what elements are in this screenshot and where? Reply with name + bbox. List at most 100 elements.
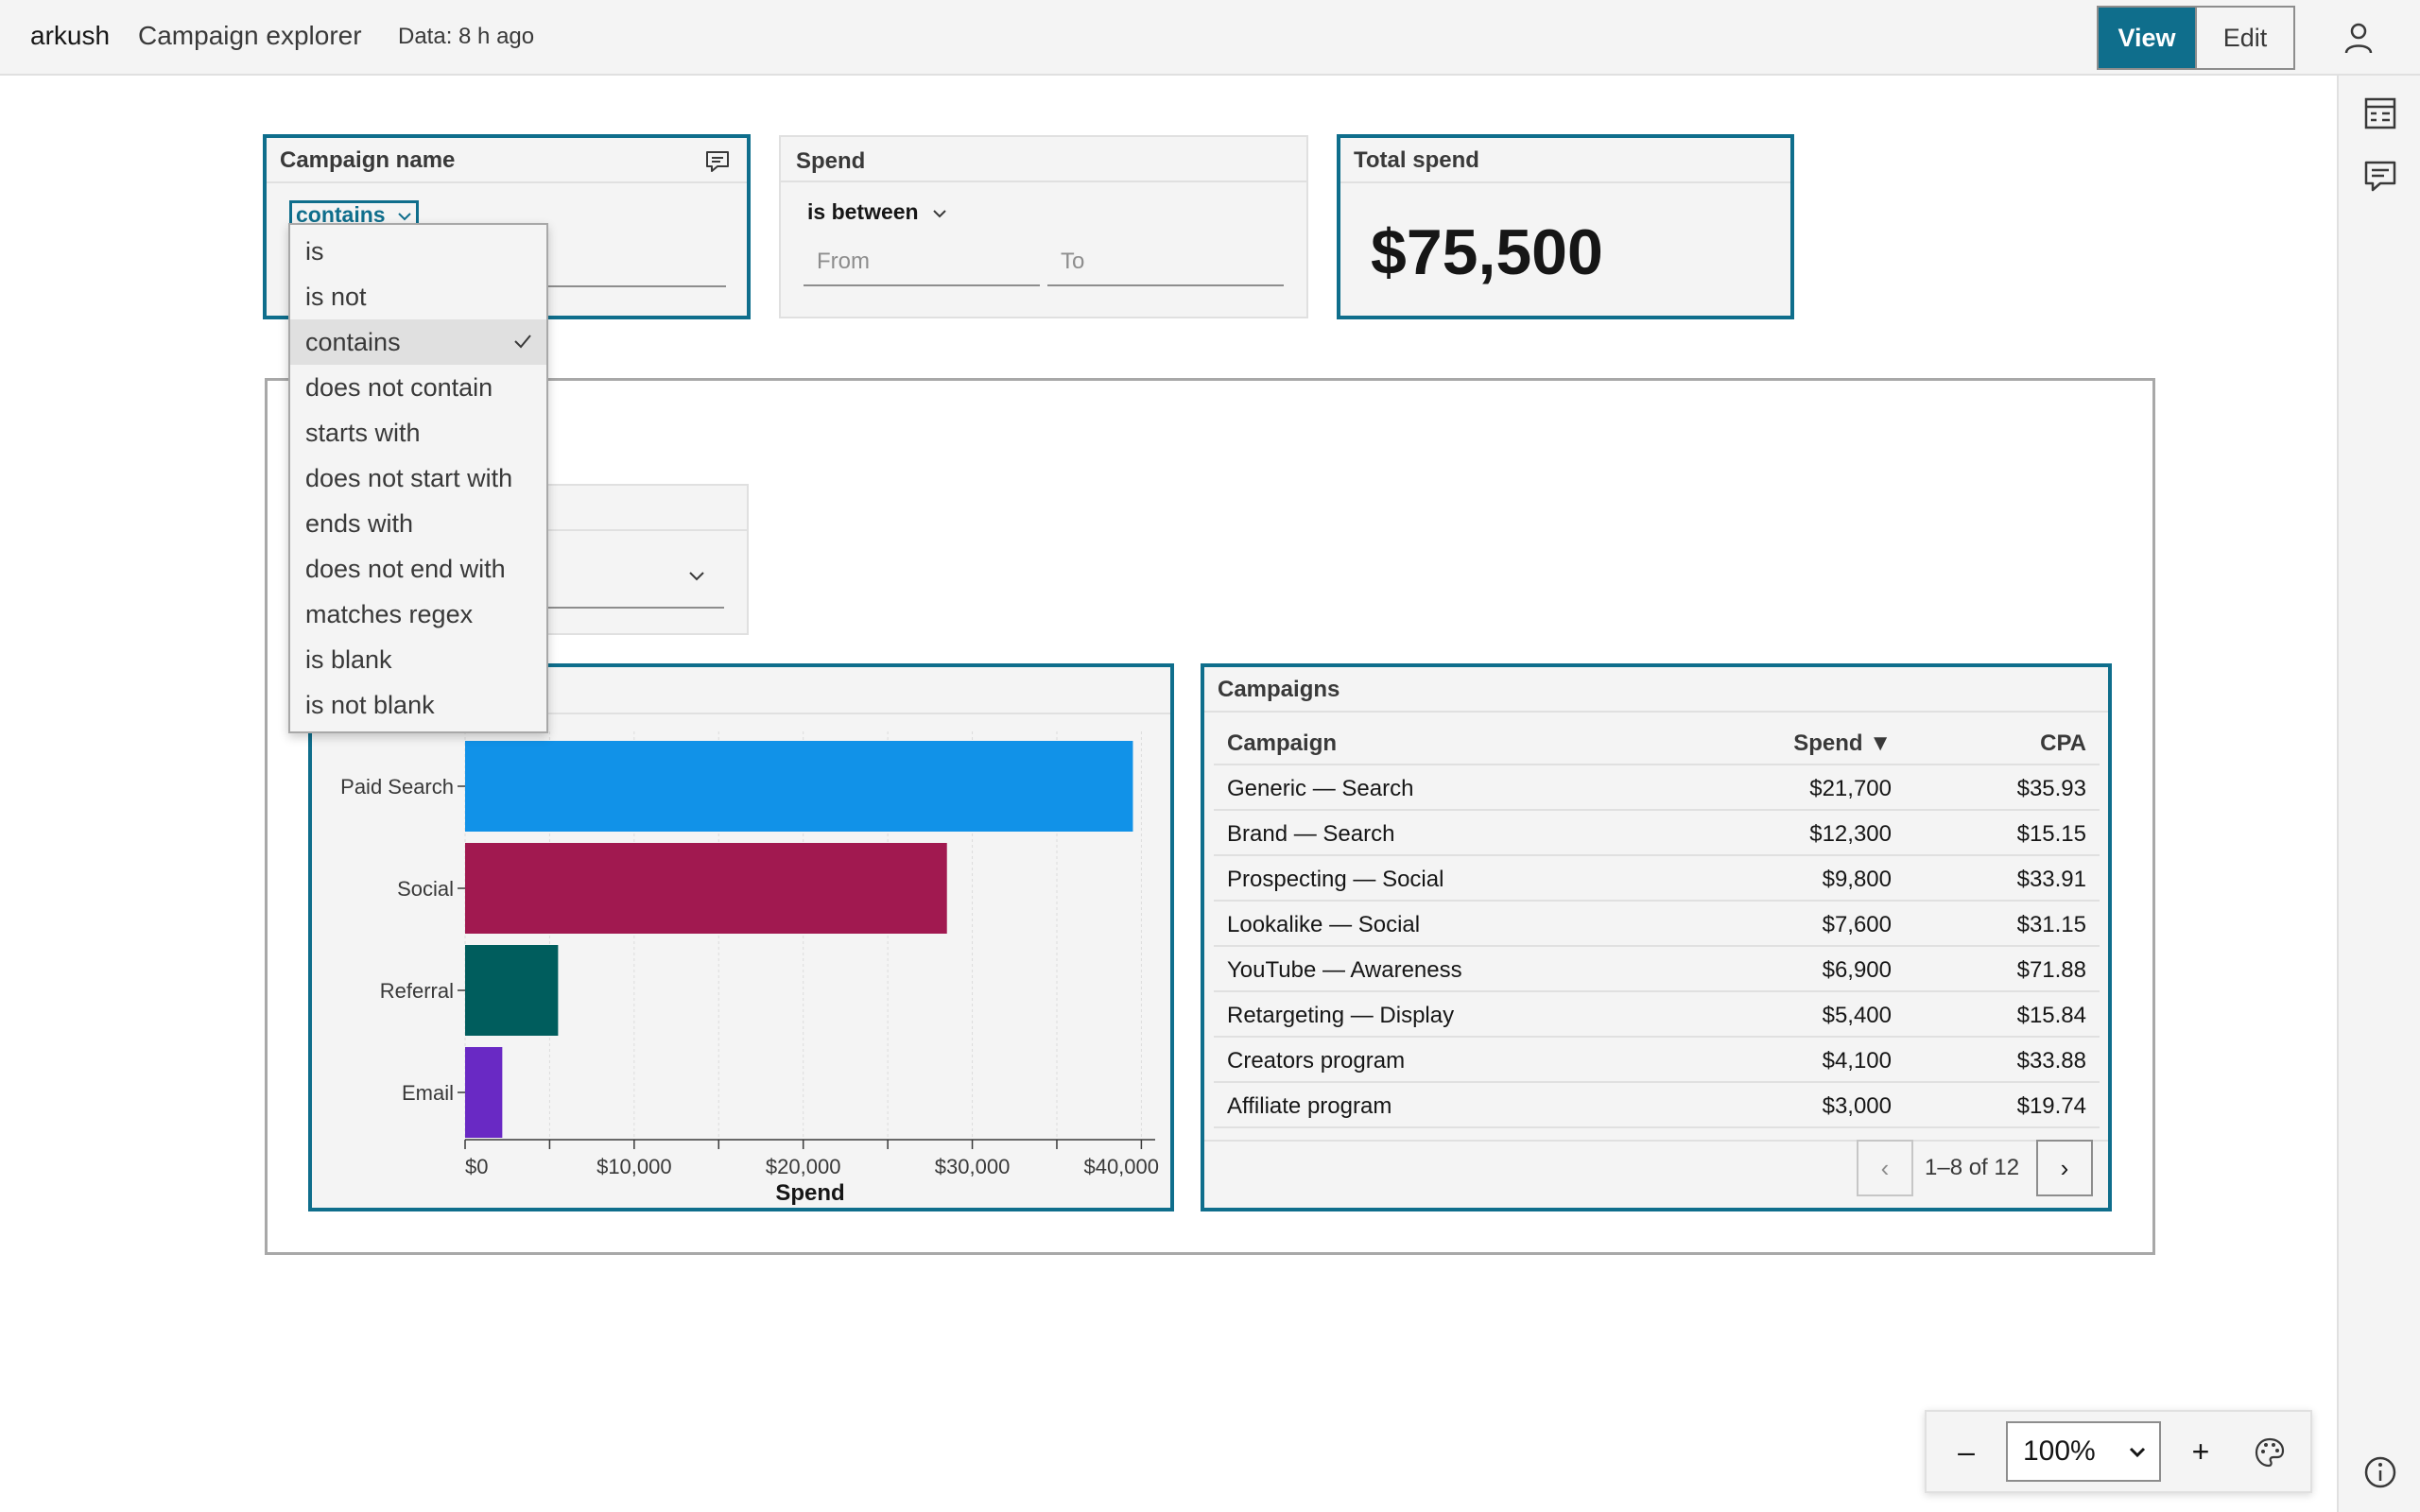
- zoom-value: 100%: [2023, 1435, 2096, 1467]
- spend-from-input[interactable]: From: [804, 239, 1040, 286]
- mode-toggle: View Edit: [2097, 6, 2295, 70]
- cpa-cell: $15.84: [2016, 1003, 2086, 1028]
- previous-page-button[interactable]: ‹: [1857, 1140, 1913, 1196]
- table-row[interactable]: Retargeting — Display $5,400 $15.84: [1214, 992, 2100, 1038]
- spend-by-channel-chart: Paid Search Social Referral Email $0 $10,000 $…: [308, 663, 1174, 1211]
- operator-option[interactable]: is not: [290, 274, 546, 319]
- table-row[interactable]: Brand — Search $12,300 $15.15: [1214, 811, 2100, 856]
- zoom-in-button[interactable]: +: [2182, 1433, 2220, 1470]
- operator-option[interactable]: does not contain: [290, 365, 546, 410]
- operator-option[interactable]: ends with: [290, 501, 546, 546]
- column-header-campaign[interactable]: Campaign: [1227, 730, 1337, 757]
- cpa-cell: $31.15: [2016, 912, 2086, 937]
- cpa-cell: $15.15: [2016, 821, 2086, 847]
- operator-option[interactable]: does not end with: [290, 546, 546, 592]
- table-row[interactable]: Creators program $4,100 $33.88: [1214, 1038, 2100, 1083]
- campaign-cell: Prospecting — Social: [1227, 867, 1444, 892]
- table-row[interactable]: Generic — Search $21,700 $35.93: [1214, 765, 2100, 811]
- table-row[interactable]: YouTube — Awareness $6,900 $71.88: [1214, 947, 2100, 992]
- campaign-cell: Retargeting — Display: [1227, 1003, 1455, 1028]
- campaign-cell: Lookalike — Social: [1227, 912, 1421, 937]
- chevron-down-icon: [398, 213, 411, 221]
- zoom-out-button[interactable]: –: [1947, 1433, 1985, 1470]
- zoom-toolbar: – 100% +: [1925, 1410, 2312, 1493]
- filter-title-text: Campaign name: [280, 147, 456, 173]
- spend-cell: $4,100: [1822, 1048, 1892, 1074]
- spend-cell: $12,300: [1809, 821, 1892, 847]
- spend-filter: Spend is between From To: [779, 135, 1308, 318]
- x-tick-label: $0: [465, 1155, 488, 1178]
- operator-option[interactable]: is: [290, 229, 546, 274]
- comment-icon[interactable]: [2361, 157, 2399, 195]
- user-icon[interactable]: [2340, 19, 2377, 57]
- operator-option[interactable]: is blank: [290, 637, 546, 682]
- campaigns-table: Campaign Spend ▼ CPA Generic — Search $21…: [1214, 720, 2100, 1136]
- operator-option[interactable]: matches regex: [290, 592, 546, 637]
- bar: [465, 741, 1133, 832]
- x-tick-label: $40,000: [1083, 1155, 1159, 1178]
- column-header-spend[interactable]: Spend ▼: [1793, 730, 1892, 757]
- spend-cell: $5,400: [1822, 1003, 1892, 1028]
- operator-option[interactable]: starts with: [290, 410, 546, 455]
- cpa-cell: $33.88: [2016, 1048, 2086, 1074]
- info-icon[interactable]: [2361, 1453, 2399, 1491]
- column-header-cpa[interactable]: CPA: [2040, 730, 2086, 757]
- chevron-down-icon: [933, 210, 946, 218]
- table-row[interactable]: Lookalike — Social $7,600 $31.15: [1214, 902, 2100, 947]
- table-row[interactable]: Prospecting — Social $9,800 $33.91: [1214, 856, 2100, 902]
- data-freshness: Data: 8 h ago: [398, 24, 535, 49]
- cpa-cell: $71.88: [2016, 957, 2086, 983]
- palette-icon[interactable]: [2254, 1436, 2286, 1469]
- hidden-filter-card: [546, 484, 749, 635]
- edit-button[interactable]: Edit: [2195, 8, 2293, 68]
- x-axis-title: Spend: [775, 1180, 844, 1206]
- campaign-cell: YouTube — Awareness: [1227, 957, 1462, 983]
- campaign-cell: Brand — Search: [1227, 821, 1395, 847]
- page-range: 1–8 of 12: [1925, 1155, 2020, 1180]
- comment-icon[interactable]: [705, 150, 730, 173]
- spend-cell: $3,000: [1822, 1093, 1892, 1119]
- right-rail: [2337, 76, 2420, 1512]
- table-icon[interactable]: [2361, 94, 2399, 132]
- bar: [465, 945, 559, 1036]
- operator-menu: is is not contains does not contain starts w…: [288, 223, 548, 733]
- top-bar: arkush Campaign explorer Data: 8 h ago V…: [0, 0, 2420, 76]
- bar: [465, 1047, 503, 1138]
- kpi-value: $75,500: [1371, 216, 1603, 288]
- brand-name[interactable]: arkush: [30, 21, 110, 51]
- next-page-button[interactable]: ›: [2036, 1140, 2093, 1196]
- spend-operator-label: is between: [807, 199, 919, 224]
- campaign-name-filter-title: Campaign name: [267, 138, 747, 183]
- x-tick-label: $30,000: [935, 1155, 1011, 1178]
- campaign-cell: Affiliate program: [1227, 1093, 1392, 1119]
- spend-cell: $7,600: [1822, 912, 1892, 937]
- view-button[interactable]: View: [2099, 8, 2195, 68]
- category-label: Referral: [380, 979, 454, 1003]
- table-header-row: Campaign Spend ▼ CPA: [1214, 720, 2100, 765]
- operator-option[interactable]: contains: [290, 319, 546, 365]
- cpa-cell: $33.91: [2016, 867, 2086, 892]
- bar: [465, 843, 947, 934]
- x-tick-label: $20,000: [766, 1155, 841, 1178]
- spend-cell: $9,800: [1822, 867, 1892, 892]
- chevron-down-icon[interactable]: [688, 569, 705, 582]
- bar-chart: Paid Search Social Referral Email $0 $10,000 $…: [340, 731, 1159, 1206]
- campaign-cell: Creators program: [1227, 1048, 1406, 1074]
- spend-to-input[interactable]: To: [1047, 239, 1284, 286]
- cpa-cell: $19.74: [2016, 1093, 2086, 1119]
- total-spend-card[interactable]: Total spend $75,500: [1337, 134, 1794, 319]
- campaign-cell: Generic — Search: [1227, 776, 1414, 801]
- category-label: Social: [397, 877, 454, 901]
- table-row[interactable]: Affiliate program $3,000 $19.74: [1214, 1083, 2100, 1128]
- operator-option[interactable]: is not blank: [290, 682, 546, 728]
- spend-cell: $21,700: [1809, 776, 1892, 801]
- kpi-title: Total spend: [1340, 138, 1790, 183]
- cpa-cell: $35.93: [2016, 776, 2086, 801]
- spend-operator-dropdown[interactable]: is between: [807, 199, 947, 225]
- chevron-down-icon: [2129, 1447, 2146, 1458]
- zoom-select[interactable]: 100%: [2006, 1421, 2161, 1482]
- spend-cell: $6,900: [1822, 957, 1892, 983]
- x-tick-label: $10,000: [596, 1155, 672, 1178]
- operator-option[interactable]: does not start with: [290, 455, 546, 501]
- checkmark-icon: [514, 335, 531, 349]
